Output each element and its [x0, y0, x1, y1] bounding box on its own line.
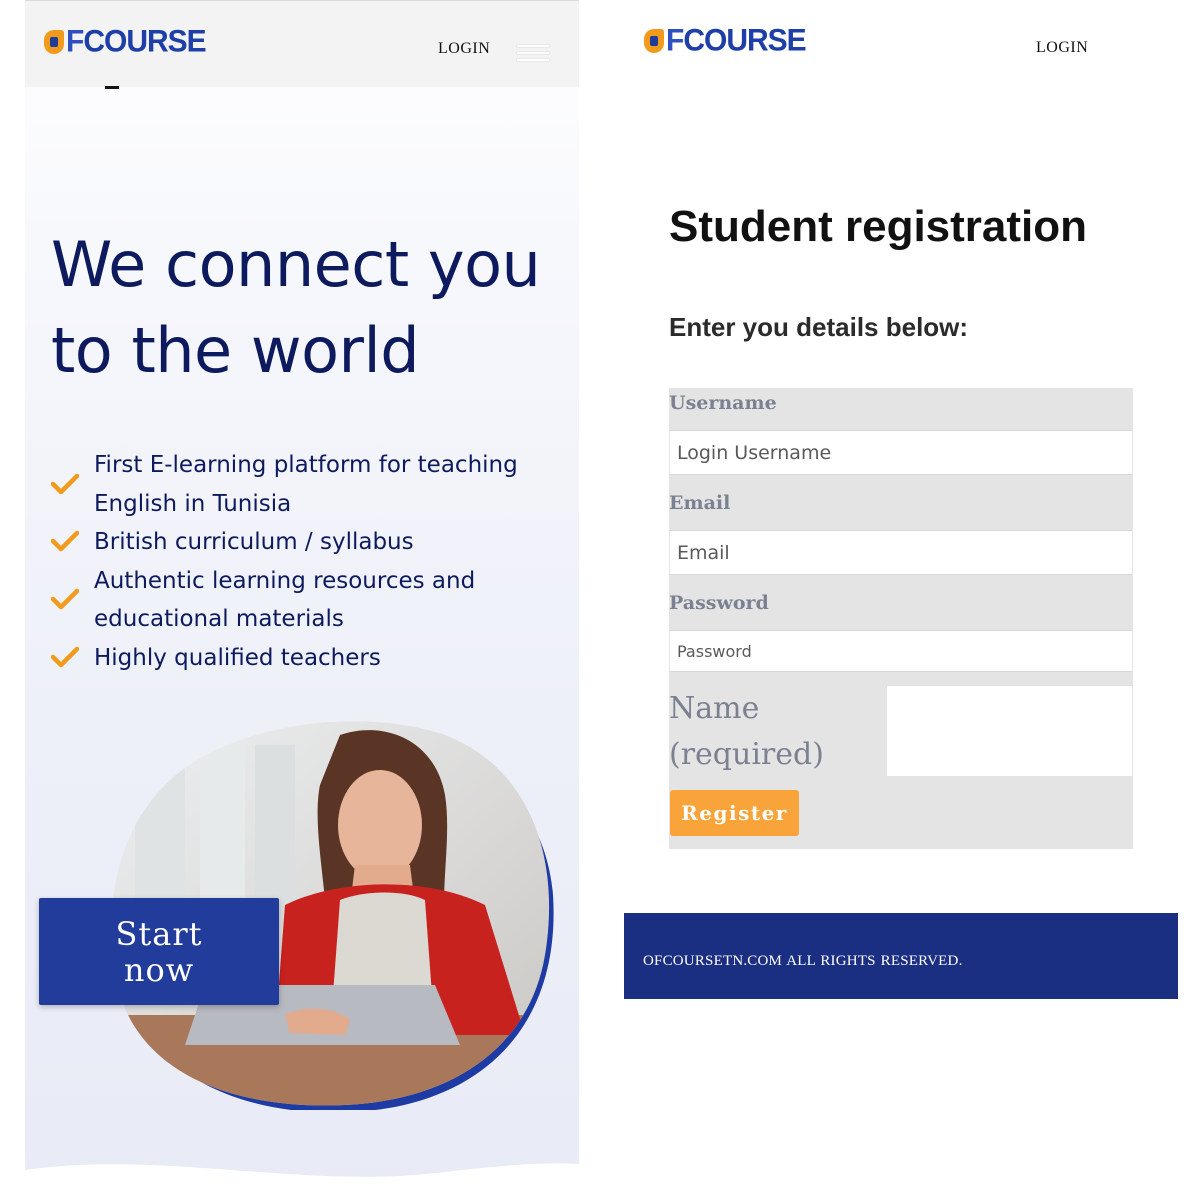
email-input[interactable] [670, 530, 1132, 575]
hero-title: We connect you to the world [51, 222, 571, 394]
hero-title-line1: We connect you [51, 228, 541, 301]
login-link[interactable]: LOGIN [438, 40, 490, 58]
feature-text: Highly qualified teachers [94, 644, 381, 671]
password-input[interactable] [670, 630, 1132, 672]
name-label-line2: (required) [669, 737, 824, 772]
registration-form: Username Email Password Name (required) … [669, 388, 1133, 849]
feature-item: First E-learning platform for teaching E… [51, 446, 571, 523]
check-icon [51, 588, 79, 610]
feature-text: British curriculum / syllabus [94, 529, 414, 555]
ofcourse-logo[interactable]: FCOURSE [644, 23, 807, 58]
username-label: Username [669, 392, 777, 414]
check-icon [51, 646, 79, 667]
name-input[interactable] [887, 685, 1132, 776]
register-button[interactable]: Register [670, 790, 799, 836]
check-icon [51, 530, 79, 552]
page-title: Student registration [669, 202, 1088, 251]
landing-screen: FCOURSE LOGIN We connect you to the worl… [25, 0, 579, 1200]
footer-copyright: OFCOURSETN.COM ALL RIGHTS RESERVED. [643, 953, 963, 969]
top-nav-bar: FCOURSE LOGIN [25, 0, 579, 87]
check-icon [51, 473, 79, 494]
start-button-line1: Start [115, 915, 203, 953]
feature-text: Authentic learning resources and educati… [94, 567, 476, 633]
hamburger-menu-icon[interactable] [517, 45, 549, 66]
start-button-line2: now [123, 951, 195, 989]
username-input[interactable] [670, 430, 1132, 475]
feature-item: Highly qualified teachers [51, 639, 571, 678]
logo-wordmark: FCOURSE [666, 23, 807, 58]
feature-text: First E-learning platform for teaching E… [94, 452, 518, 517]
email-label: Email [669, 492, 731, 514]
logo-mark-icon [44, 30, 64, 54]
feature-item: Authentic learning resources and educati… [51, 562, 571, 639]
registration-screen: FCOURSE LOGIN Student registration Enter… [600, 0, 1200, 1200]
ofcourse-logo[interactable]: FCOURSE [44, 24, 207, 59]
logo-wordmark: FCOURSE [66, 24, 207, 59]
logo-mark-icon [644, 29, 664, 53]
bottom-wave-divider [25, 1163, 579, 1200]
feature-list: First E-learning platform for teaching E… [51, 446, 571, 677]
password-label: Password [669, 592, 769, 614]
hero-title-line2: to the world [51, 314, 420, 387]
clipped-text-fragment [105, 80, 355, 89]
form-subtitle: Enter you details below: [669, 312, 969, 342]
login-link[interactable]: LOGIN [1036, 39, 1088, 57]
name-label: Name (required) [669, 686, 869, 778]
name-label-line1: Name [669, 691, 760, 726]
feature-item: British curriculum / syllabus [51, 523, 571, 562]
start-now-button[interactable]: Start now [39, 898, 279, 1005]
footer: OFCOURSETN.COM ALL RIGHTS RESERVED. [624, 913, 1178, 999]
